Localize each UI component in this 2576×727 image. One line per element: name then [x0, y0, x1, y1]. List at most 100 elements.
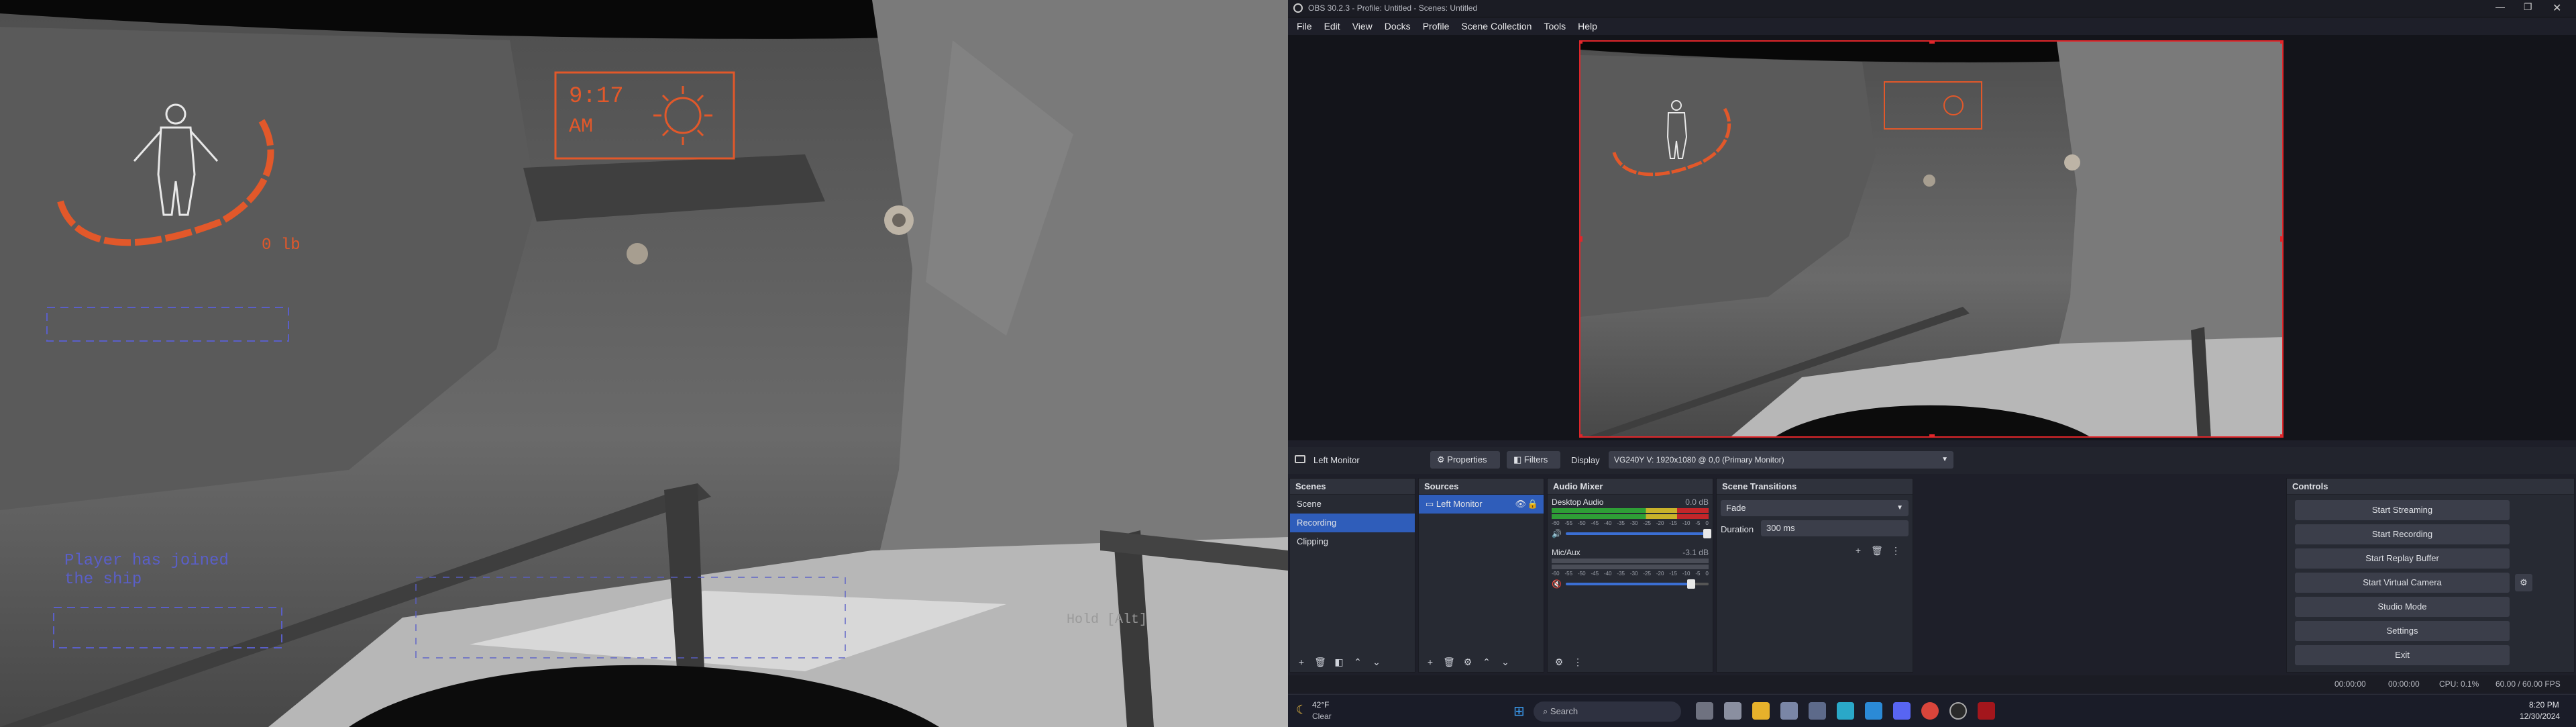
transform-handle[interactable] — [2280, 236, 2282, 242]
transform-handle[interactable] — [1929, 434, 1935, 436]
app-icon[interactable] — [1978, 702, 1995, 720]
more-icon[interactable]: ⋮ — [1888, 543, 1903, 558]
gear-icon[interactable]: ⚙ — [1552, 655, 1566, 669]
transform-handle[interactable] — [2280, 434, 2282, 436]
eye-icon[interactable]: 👁 — [1515, 495, 1526, 514]
add-icon[interactable]: + — [1423, 655, 1438, 669]
preview-area — [1288, 35, 2576, 440]
studio-mode-button[interactable]: Studio Mode — [2295, 597, 2510, 617]
down-arrow-icon[interactable]: ⌄ — [1498, 655, 1513, 669]
slider-handle[interactable] — [1687, 579, 1696, 589]
muted-speaker-icon[interactable]: 🔇 — [1552, 579, 1562, 589]
menu-view[interactable]: View — [1346, 19, 1379, 34]
app-icon[interactable] — [1780, 702, 1798, 720]
menu-scene-collection[interactable]: Scene Collection — [1455, 19, 1538, 34]
duration-input[interactable]: 300 ms — [1761, 520, 1909, 536]
exit-button[interactable]: Exit — [2295, 645, 2510, 665]
audio-toolbar: ⚙ ⋮ — [1552, 655, 1589, 669]
window-title: OBS 30.2.3 - Profile: Untitled - Scenes:… — [1308, 3, 1478, 13]
transform-handle[interactable] — [1929, 42, 1935, 44]
duration-value: 300 ms — [1766, 523, 1795, 533]
preview-canvas[interactable] — [1579, 40, 2284, 438]
start-streaming-button[interactable]: Start Streaming — [2295, 500, 2510, 520]
volume-meter — [1552, 514, 1709, 519]
windows-start-icon[interactable]: ⊞ — [1513, 703, 1525, 720]
maximize-icon[interactable]: ❐ — [2524, 1, 2532, 13]
lock-icon[interactable]: 🔒 — [1527, 495, 1538, 514]
start-virtual-camera-button[interactable]: Start Virtual Camera — [2295, 573, 2510, 593]
transition-select-value: Fade — [1726, 503, 1746, 513]
up-arrow-icon[interactable]: ⌃ — [1479, 655, 1494, 669]
scene-transitions-title: Scene Transitions — [1717, 479, 1913, 495]
menu-docks[interactable]: Docks — [1379, 19, 1417, 34]
volume-slider[interactable] — [1565, 579, 1709, 589]
hud-hold-hint: Hold [Alt] — [1067, 612, 1148, 628]
display-select[interactable]: VG240Y V: 1920x1080 @ 0,0 (Primary Monit… — [1609, 451, 1953, 469]
start-recording-button[interactable]: Start Recording — [2295, 524, 2510, 544]
hud-signal-message: Player has joined the ship — [64, 552, 229, 589]
more-icon[interactable]: ⋮ — [1570, 655, 1585, 669]
taskbar: ☾ 42°F Clear ⊞ ⌕ Search 8:20 PM 12/30/20… — [1288, 694, 2576, 727]
trash-icon[interactable]: 🗑 — [1313, 655, 1328, 669]
gear-icon: ⚙ — [1437, 454, 1445, 465]
scene-item[interactable]: Clipping — [1290, 532, 1415, 551]
mic-aux-channel: Mic/Aux -3.1 dB -60 -55 -50 -45 -40 -35 -30 -25… — [1548, 545, 1713, 591]
minimize-icon[interactable]: — — [2496, 1, 2505, 12]
source-item[interactable]: ▭ Left Monitor 👁 🔒 — [1419, 495, 1544, 514]
gear-icon[interactable]: ⚙ — [1460, 655, 1475, 669]
menu-help[interactable]: Help — [1572, 19, 1603, 34]
settings-app-icon[interactable] — [1724, 702, 1741, 720]
transform-handle[interactable] — [1580, 434, 1582, 436]
slider-handle[interactable] — [1703, 529, 1711, 538]
display-label: Display — [1571, 455, 1600, 465]
stream-time: 00:00:00 — [2334, 679, 2366, 689]
scene-item[interactable]: Scene — [1290, 495, 1415, 514]
volume-meter — [1552, 559, 1709, 563]
volume-slider[interactable] — [1565, 529, 1711, 538]
menu-tools[interactable]: Tools — [1538, 19, 1572, 34]
properties-label: Properties — [1447, 454, 1487, 465]
settings-button[interactable]: Settings — [2295, 621, 2510, 641]
transition-select[interactable]: Fade ▼ — [1721, 500, 1909, 516]
transform-handle[interactable] — [2280, 42, 2282, 44]
filter-icon[interactable]: ◧ — [1332, 655, 1346, 669]
edge-browser-icon[interactable] — [1865, 702, 1882, 720]
close-icon[interactable]: ✕ — [2553, 1, 2561, 15]
scene-item-selected[interactable]: Recording — [1290, 514, 1415, 532]
obs-logo-icon — [1293, 3, 1303, 13]
add-icon[interactable]: + — [1851, 543, 1866, 558]
channel-name: Desktop Audio — [1552, 497, 1604, 507]
menu-profile[interactable]: Profile — [1417, 19, 1456, 34]
trash-icon[interactable]: 🗑 — [1442, 655, 1456, 669]
transform-handle[interactable] — [1580, 236, 1582, 242]
properties-button[interactable]: ⚙ Properties — [1430, 451, 1500, 469]
discord-icon[interactable] — [1893, 702, 1911, 720]
virtual-camera-settings-icon[interactable]: ⚙ — [2515, 574, 2532, 591]
file-explorer-icon[interactable] — [1752, 702, 1770, 720]
taskbar-search[interactable]: ⌕ Search — [1534, 701, 1681, 722]
start-replay-buffer-button[interactable]: Start Replay Buffer — [2295, 548, 2510, 569]
menu-file[interactable]: File — [1291, 19, 1318, 34]
menu-edit[interactable]: Edit — [1318, 19, 1346, 34]
speaker-icon[interactable]: 🔊 — [1552, 529, 1562, 538]
source-name-label: Left Monitor — [1313, 455, 1360, 465]
transition-toolbar: + 🗑 ⋮ — [1851, 543, 1907, 558]
sources-toolbar: + 🗑 ⚙ ⌃ ⌄ — [1423, 655, 1517, 669]
chevron-down-icon: ▼ — [1896, 504, 1903, 512]
obs-taskbar-icon[interactable] — [1949, 702, 1967, 720]
chevron-down-icon: ▼ — [1941, 456, 1948, 463]
add-icon[interactable]: + — [1294, 655, 1309, 669]
up-arrow-icon[interactable]: ⌃ — [1350, 655, 1365, 669]
meter-scale: -60 -55 -50 -45 -40 -35 -30 -25 -20 -15 -10 -5 0 — [1552, 571, 1709, 577]
app-icon[interactable] — [1837, 702, 1854, 720]
clock-date: 12/30/2024 — [2520, 712, 2561, 721]
transform-handle[interactable] — [1580, 42, 1582, 44]
task-view-icon[interactable] — [1696, 702, 1713, 720]
game-screen: 9:17 AM 0 lb Player has joined the ship … — [0, 0, 1288, 727]
chrome-icon[interactable] — [1921, 702, 1939, 720]
app-icon[interactable] — [1809, 702, 1826, 720]
search-placeholder: Search — [1550, 706, 1578, 716]
trash-icon[interactable]: 🗑 — [1870, 543, 1884, 558]
filters-button[interactable]: ◧ Filters — [1507, 451, 1560, 469]
down-arrow-icon[interactable]: ⌄ — [1369, 655, 1384, 669]
